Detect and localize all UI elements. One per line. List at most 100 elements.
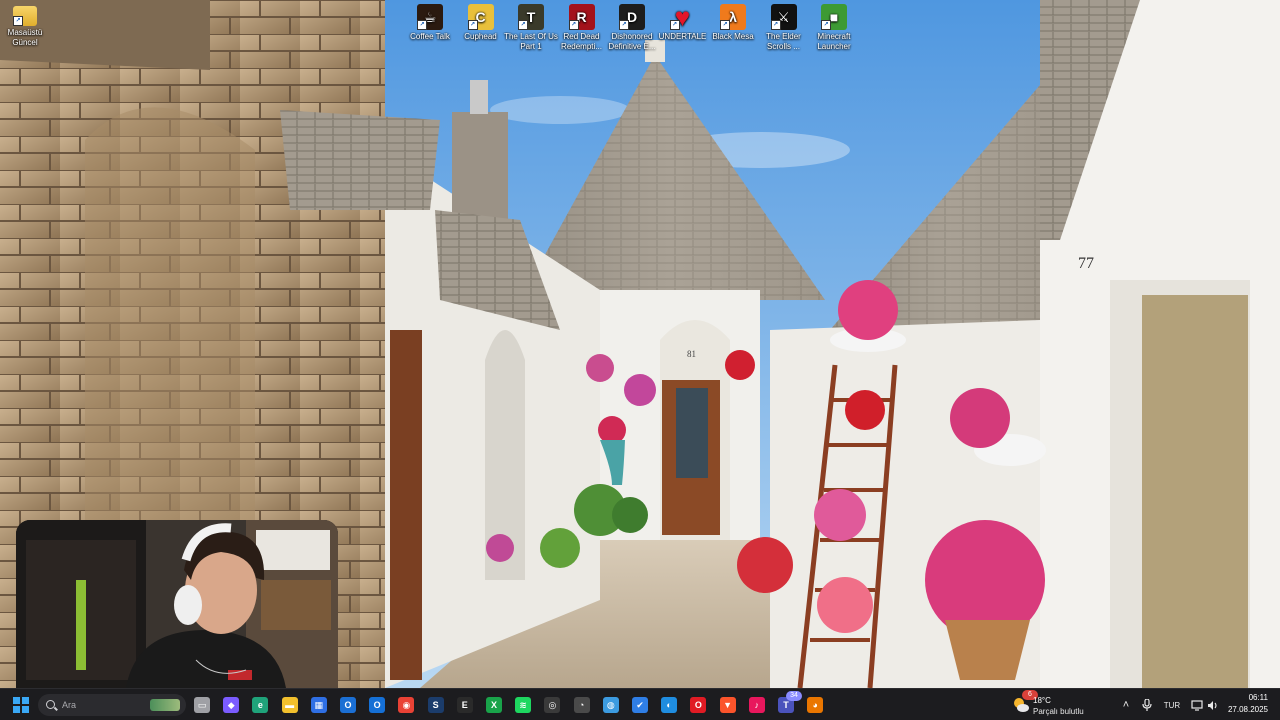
xbox-icon: X (486, 697, 502, 713)
shortcut-arrow-icon: ↗ (821, 20, 831, 30)
teams-notification-badge: 34 (786, 691, 802, 701)
desktop-icon[interactable]: ■ ↗ Minecraft Launcher (805, 4, 863, 52)
taskbar-app-opera[interactable]: O (686, 693, 710, 717)
chrome-icon: ◉ (398, 697, 415, 713)
brave-icon: ▼ (719, 697, 736, 713)
chevron-up-icon: ˄ (1122, 699, 1130, 711)
taskbar-app-epic-games[interactable]: E (453, 693, 477, 717)
desktop-icon[interactable]: ♥ ↗ UNDERTALE (654, 4, 712, 42)
taskbar-app-edge[interactable]: e (248, 693, 272, 717)
shortcut-arrow-icon: ↗ (770, 20, 781, 30)
desktop-icon-label: Coffee Talk (410, 32, 450, 41)
tiktok-icon: ♪ (748, 697, 765, 713)
folder-icon: ↗ (13, 6, 37, 26)
taskbar-app-xbox[interactable]: X (482, 693, 506, 717)
desktop-icon[interactable]: ⚔ ↗ The Elder Scrolls ... (755, 4, 813, 52)
earth-app-icon: ◍ (602, 697, 619, 713)
tlou-icon: T ↗ (518, 4, 544, 30)
desktop-icon[interactable]: C ↗ Cuphead (452, 4, 510, 42)
search-box[interactable]: Ara (38, 694, 186, 716)
edge-icon: e (252, 697, 269, 713)
weather-widget[interactable]: 6 18°C Parçalı bulutlu (1012, 690, 1112, 717)
desktop-icon-label: Red Dead Redempti... (561, 32, 602, 51)
weather-temp: 18°C (1033, 696, 1051, 705)
taskbar-app-timer[interactable]: ◔ (570, 693, 594, 717)
language-label: TUR (1163, 700, 1181, 710)
outlook-new-icon: O (369, 697, 386, 713)
desktop-icon[interactable]: λ ↗ Black Mesa (704, 4, 762, 42)
windows-logo-icon (13, 697, 29, 713)
taskbar-app-file-explorer[interactable]: ▬ (278, 693, 302, 717)
desktop-icon[interactable]: T ↗ The Last Of Us Part 1 (502, 4, 560, 52)
start-button[interactable] (9, 693, 33, 717)
clock-date: 27.08.2025 (1227, 705, 1268, 714)
desktop-icon[interactable]: R ↗ Red Dead Redempti... (553, 4, 611, 52)
elder-scrolls-icon: ⚔ ↗ (770, 4, 797, 30)
taskbar-app-battle-net[interactable]: ◐ (657, 693, 681, 717)
shortcut-arrow-icon: ↗ (417, 20, 427, 30)
taskbar-app-microsoft-store[interactable]: ▦ (307, 693, 331, 717)
desktop-icon[interactable]: ☕ ↗ Coffee Talk (401, 4, 459, 42)
taskbar: Ara ▭ ◆ e ▬ ▦ O O ◉ S E X ≋ ◎ ◔ ◍ ✔ ◐ O ▼ ♪ T 34 ◕ 6 18°C Parç… (0, 688, 1280, 720)
volume-button[interactable] (1203, 695, 1223, 715)
blender-icon: ◕ (807, 697, 824, 713)
microphone-icon (1142, 699, 1152, 711)
taskbar-app-blender[interactable]: ◕ (803, 693, 827, 717)
file-explorer-icon: ▬ (281, 697, 298, 713)
opera-icon: O (690, 697, 707, 713)
search-highlight-icon (150, 699, 180, 711)
shortcut-arrow-icon: ↗ (13, 16, 23, 26)
taskbar-app-obs[interactable]: ◎ (540, 693, 564, 717)
taskbar-app-todo[interactable]: ✔ (628, 693, 652, 717)
taskbar-app-earth-app[interactable]: ◍ (599, 693, 623, 717)
microphone-button[interactable] (1137, 695, 1157, 715)
black-mesa-icon: λ ↗ (720, 4, 746, 30)
weather-condition: Parçalı bulutlu (1033, 707, 1084, 716)
copilot-icon: ◆ (223, 697, 240, 713)
taskbar-app-steam[interactable]: S (424, 693, 448, 717)
microsoft-store-icon: ▦ (310, 697, 327, 713)
show-hidden-icons-button[interactable]: ˄ (1116, 695, 1136, 715)
obs-icon: ◎ (544, 697, 561, 713)
taskbar-app-brave[interactable]: ▼ (716, 693, 740, 717)
timer-icon: ◔ (573, 697, 590, 713)
minecraft-icon: ■ ↗ (821, 4, 847, 30)
taskbar-app-spotify[interactable]: ≋ (511, 693, 535, 717)
shortcut-arrow-icon: ↗ (568, 20, 579, 30)
taskbar-app-outlook[interactable]: O (336, 693, 360, 717)
shortcut-arrow-icon: ↗ (669, 20, 680, 30)
desktop-icon-masaustu[interactable]: ↗ Masaüstü Güncel (0, 6, 54, 48)
desktop-icon-label: Cuphead (464, 32, 497, 41)
webcam-overlay (16, 520, 338, 688)
desktop-icon-label: Dishonored Definitive E... (608, 32, 656, 51)
taskbar-app-copilot[interactable]: ◆ (219, 693, 243, 717)
desktop-icon-label: Minecraft Launcher (817, 32, 851, 51)
outlook-icon: O (340, 697, 356, 713)
clock[interactable]: 06:11 27.08.2025 (1228, 692, 1268, 716)
taskbar-app-teams[interactable]: T 34 (774, 691, 802, 717)
search-placeholder: Ara (62, 700, 77, 710)
taskbar-app-outlook-new[interactable]: O (365, 693, 389, 717)
house-number-81: 81 (687, 349, 696, 359)
shortcut-arrow-icon: ↗ (720, 20, 730, 30)
taskbar-app-tiktok[interactable]: ♪ (745, 693, 769, 717)
shortcut-arrow-icon: ↗ (619, 20, 629, 30)
cuphead-icon: C ↗ (467, 4, 494, 30)
desktop-icon-label: UNDERTALE (658, 32, 707, 41)
desktop-icon[interactable]: D ↗ Dishonored Definitive E... (603, 4, 661, 52)
speaker-icon (1208, 700, 1217, 710)
webcam-feed-image (16, 520, 338, 688)
desktop-icon-label: The Elder Scrolls ... (766, 32, 801, 51)
clock-time: 06:11 (1248, 693, 1268, 702)
desktop-icon-label: Masaüstü Güncel (7, 28, 43, 47)
desktop-icon-label: Black Mesa (712, 32, 754, 41)
heart-icon: ♥ ↗ (669, 4, 696, 30)
taskbar-app-task-view[interactable]: ▭ (190, 693, 214, 717)
input-language-button[interactable]: TUR (1160, 695, 1184, 715)
desktop-icon-label: The Last Of Us Part 1 (504, 32, 558, 51)
epic-games-icon: E (456, 697, 473, 713)
taskbar-app-chrome[interactable]: ◉ (394, 693, 418, 717)
steam-icon: S (427, 697, 444, 713)
todo-icon: ✔ (632, 697, 648, 713)
dishonored-icon: D ↗ (619, 4, 645, 30)
